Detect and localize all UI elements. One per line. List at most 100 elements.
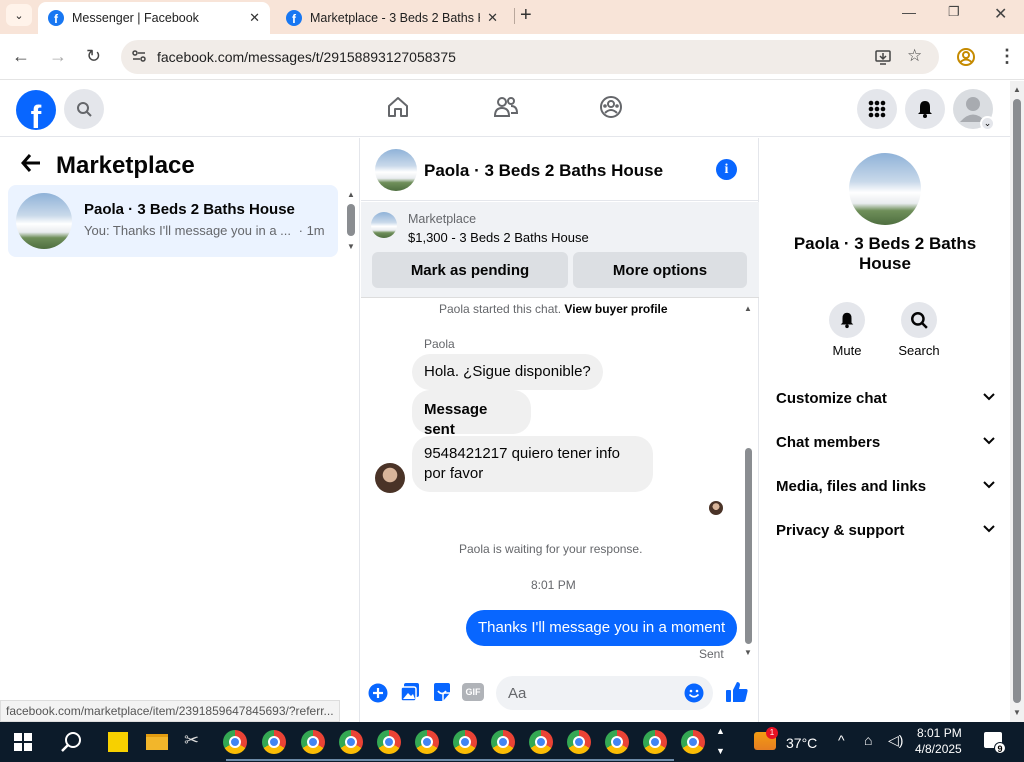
listing-card: Marketplace $1,300 - 3 Beds 2 Baths Hous…	[361, 202, 759, 298]
chrome-icon[interactable]	[453, 730, 477, 754]
chrome-icon[interactable]	[529, 730, 553, 754]
url-text[interactable]: facebook.com/messages/t/2915889312705837…	[157, 49, 456, 65]
scroll-thumb[interactable]	[745, 448, 752, 644]
mark-pending-button[interactable]: Mark as pending	[372, 252, 568, 288]
omnibox[interactable]: facebook.com/messages/t/2915889312705837…	[121, 40, 939, 74]
menu-button[interactable]	[857, 89, 897, 129]
incoming-message[interactable]: Message sent	[412, 390, 531, 438]
view-buyer-profile-link[interactable]: View buyer profile	[564, 302, 667, 316]
listing-price[interactable]: $1,300 - 3 Beds 2 Baths House	[408, 230, 589, 245]
facebook-logo-icon[interactable]: f	[16, 90, 56, 130]
forward-icon[interactable]: →	[49, 46, 67, 67]
incoming-message[interactable]: 9548421217 quiero tener info por favor	[412, 436, 653, 492]
windows-start-icon[interactable]	[14, 733, 32, 756]
temperature[interactable]: 37°C	[786, 735, 817, 751]
photo-icon[interactable]	[400, 682, 420, 707]
page-scrollbar[interactable]: ▲ ▼	[1010, 81, 1024, 722]
mute-button[interactable]	[829, 302, 865, 338]
tab-messenger[interactable]: f Messenger | Facebook ✕	[38, 2, 270, 34]
search-button[interactable]	[64, 89, 104, 129]
reload-icon[interactable]: ↻	[86, 46, 101, 67]
like-thumb-icon[interactable]	[725, 680, 749, 709]
show-hidden-icons-icon[interactable]: ^	[838, 732, 845, 748]
search-icon[interactable]	[61, 731, 83, 758]
tab-search-dropdown-icon[interactable]: ⌄	[6, 4, 32, 26]
incoming-message[interactable]: Hola. ¿Sigue disponible?	[412, 354, 603, 390]
new-tab-icon[interactable]: +	[520, 4, 532, 27]
clock-time[interactable]: 8:01 PM	[917, 726, 962, 740]
chrome-icon[interactable]	[377, 730, 401, 754]
scroll-up-icon[interactable]: ▲	[1013, 85, 1021, 94]
conversation-title[interactable]: Paola · 3 Beds 2 Baths House	[424, 161, 663, 181]
info-icon[interactable]: i	[716, 159, 737, 180]
bookmark-star-icon[interactable]: ☆	[907, 46, 922, 66]
media-files-links-section[interactable]: Media, files and links	[776, 478, 996, 508]
chrome-icon[interactable]	[681, 730, 705, 754]
minimize-icon[interactable]: —	[902, 4, 916, 20]
notifications-button[interactable]	[905, 89, 945, 129]
scroll-up-icon[interactable]: ▲	[347, 190, 355, 199]
bell-icon	[840, 312, 854, 329]
file-explorer-icon[interactable]	[146, 734, 168, 750]
sticker-icon[interactable]	[432, 682, 452, 707]
restore-icon[interactable]: ❐	[948, 4, 960, 20]
chrome-icon[interactable]	[415, 730, 439, 754]
scroll-up-icon[interactable]: ▲	[744, 304, 752, 313]
back-icon[interactable]: ←	[12, 46, 30, 67]
chrome-icon[interactable]	[643, 730, 667, 754]
tab-marketplace[interactable]: f Marketplace - 3 Beds 2 Baths H ✕	[276, 2, 508, 34]
menu-kebab-icon[interactable]: ⋮	[998, 46, 1016, 67]
chrome-icon[interactable]	[605, 730, 629, 754]
scroll-down-icon[interactable]: ▼	[744, 648, 752, 657]
section-label: Media, files and links	[776, 478, 927, 495]
section-label: Privacy & support	[776, 522, 905, 539]
chat-members-section[interactable]: Chat members	[776, 434, 996, 464]
thread-list-scrollbar[interactable]: ▲ ▼	[347, 190, 355, 251]
friends-icon[interactable]	[493, 95, 519, 124]
scroll-down-icon[interactable]: ▼	[1013, 708, 1021, 717]
chrome-icon[interactable]	[262, 730, 286, 754]
chrome-icon[interactable]	[301, 730, 325, 754]
customize-chat-section[interactable]: Customize chat	[776, 390, 996, 420]
volume-icon[interactable]: ◁)	[888, 732, 903, 749]
sender-avatar[interactable]	[375, 463, 405, 493]
sticky-notes-icon[interactable]	[108, 732, 128, 752]
groups-icon[interactable]	[599, 95, 623, 124]
profile-icon[interactable]	[956, 47, 976, 72]
chevron-down-icon[interactable]: ▼	[716, 746, 725, 756]
chevron-up-icon[interactable]: ▲	[716, 726, 725, 736]
thread-item[interactable]: Paola · 3 Beds 2 Baths House You: Thanks…	[8, 185, 338, 257]
network-icon[interactable]: ⌂	[864, 732, 872, 748]
outgoing-message[interactable]: Thanks I'll message you in a moment	[466, 610, 738, 646]
chevron-down-icon: ⌄	[980, 116, 995, 131]
home-icon[interactable]	[386, 95, 410, 124]
chrome-icon[interactable]	[339, 730, 363, 754]
close-tab-icon[interactable]: ✕	[249, 10, 260, 26]
emoji-icon[interactable]	[684, 683, 704, 708]
listing-profile-photo[interactable]	[849, 153, 921, 225]
gif-icon[interactable]: GIF	[462, 683, 484, 701]
account-button[interactable]: ⌄	[953, 89, 995, 131]
scroll-down-icon[interactable]: ▼	[347, 242, 355, 251]
chrome-icon[interactable]	[223, 730, 247, 754]
site-info-icon[interactable]	[131, 48, 147, 67]
more-options-button[interactable]: More options	[573, 252, 747, 288]
messages-scrollbar[interactable]: ▲ ▼	[744, 304, 754, 660]
clock-date[interactable]: 4/8/2025	[915, 742, 962, 756]
install-app-icon[interactable]	[874, 48, 892, 71]
back-arrow-icon[interactable]	[20, 152, 42, 181]
search-in-conversation-button[interactable]	[901, 302, 937, 338]
close-tab-icon[interactable]: ✕	[487, 10, 498, 26]
listing-avatar[interactable]	[375, 149, 417, 191]
close-window-icon[interactable]: ✕	[994, 4, 1007, 24]
privacy-support-section[interactable]: Privacy & support	[776, 522, 996, 552]
message-input[interactable]: Aa	[496, 676, 713, 710]
thread-name: Paola · 3 Beds 2 Baths House	[84, 201, 295, 218]
snipping-tool-icon[interactable]: ✂	[184, 730, 199, 751]
address-bar-row: ← → ↻ facebook.com/messages/t/2915889312…	[0, 34, 1024, 80]
plus-icon[interactable]	[368, 683, 388, 708]
scroll-thumb[interactable]	[347, 204, 355, 236]
scroll-thumb[interactable]	[1013, 99, 1021, 703]
chrome-icon[interactable]	[567, 730, 591, 754]
chrome-icon[interactable]	[491, 730, 515, 754]
